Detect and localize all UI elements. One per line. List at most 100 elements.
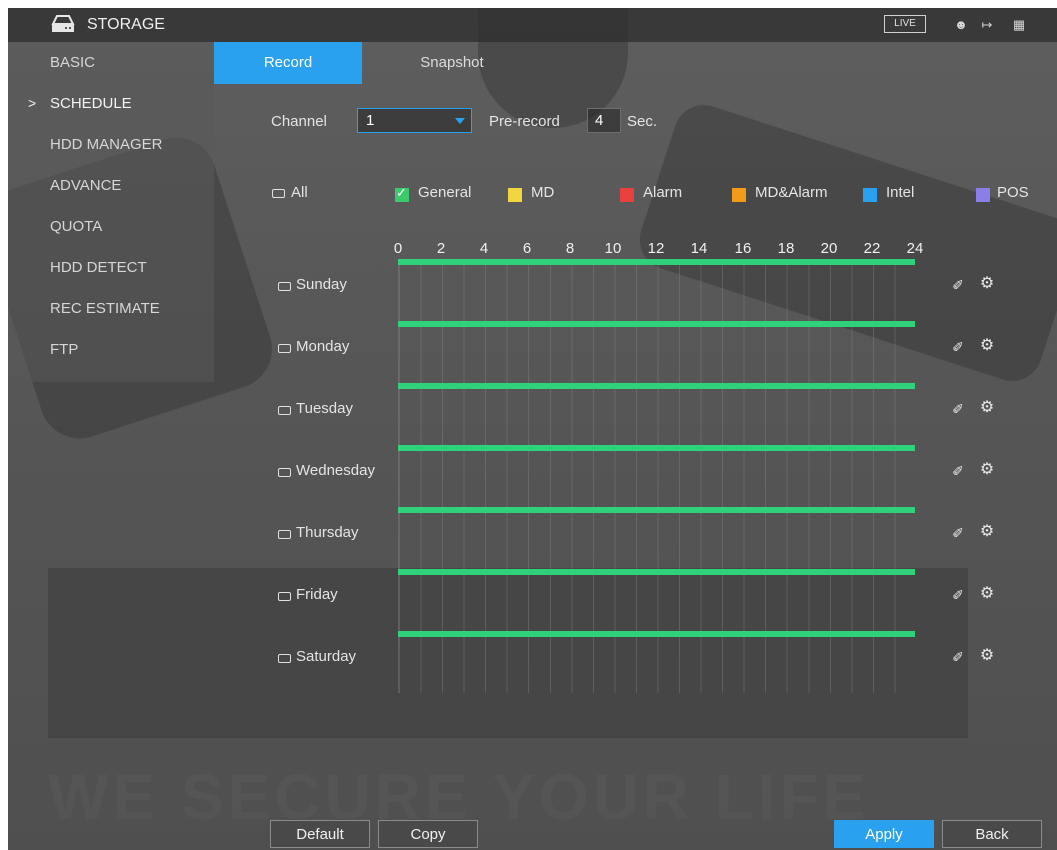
day-checkbox[interactable] <box>278 654 291 663</box>
channel-select[interactable]: 1 <box>357 108 472 133</box>
tab-record[interactable]: Record <box>214 42 362 84</box>
all-label: All <box>291 184 308 201</box>
pencil-icon[interactable]: ✐ <box>949 338 967 356</box>
hour-tick: 24 <box>906 240 924 257</box>
legend-swatch-alarm[interactable] <box>620 188 634 202</box>
sidebar-item-label: QUOTA <box>50 218 103 235</box>
hour-grid <box>398 575 915 631</box>
prerecord-input[interactable]: 4 <box>587 108 621 133</box>
sidebar-item-hdd-manager[interactable]: HDD MANAGER <box>8 124 214 165</box>
gear-icon[interactable]: ⚙ <box>978 585 996 603</box>
hour-tick: 16 <box>734 240 752 257</box>
grid-menu-icon[interactable]: ▦ <box>1010 16 1028 34</box>
day-timeline[interactable] <box>398 321 915 383</box>
sidebar-item-basic[interactable]: BASIC <box>8 42 214 83</box>
sidebar-item-schedule[interactable]: > SCHEDULE <box>8 83 214 124</box>
tab-snapshot[interactable]: Snapshot <box>378 42 526 84</box>
day-checkbox[interactable] <box>278 344 291 353</box>
day-checkbox[interactable] <box>278 592 291 601</box>
gear-icon[interactable]: ⚙ <box>978 337 996 355</box>
apply-button[interactable]: Apply <box>834 820 934 848</box>
hour-tick: 18 <box>777 240 795 257</box>
gear-icon[interactable]: ⚙ <box>978 647 996 665</box>
hour-tick: 0 <box>393 240 403 257</box>
hour-tick: 20 <box>820 240 838 257</box>
day-timeline[interactable] <box>398 259 915 321</box>
logout-icon[interactable]: ↦ <box>978 16 996 34</box>
day-checkbox[interactable] <box>278 406 291 415</box>
legend-swatch-general[interactable] <box>395 185 409 202</box>
sidebar-item-label: BASIC <box>50 54 96 71</box>
back-button[interactable]: Back <box>942 820 1042 848</box>
hour-tick: 8 <box>565 240 575 257</box>
default-button[interactable]: Default <box>270 820 370 848</box>
sidebar-item-ftp[interactable]: FTP <box>8 329 214 370</box>
sidebar-item-label: HDD MANAGER <box>50 136 163 153</box>
legend-swatch-md-alarm[interactable] <box>732 188 746 202</box>
legend-swatch-md[interactable] <box>508 188 522 202</box>
pencil-icon[interactable]: ✐ <box>949 586 967 604</box>
sidebar-item-rec-estimate[interactable]: REC ESTIMATE <box>8 288 214 329</box>
sidebar-item-label: SCHEDULE <box>50 95 132 112</box>
sidebar-item-quota[interactable]: QUOTA <box>8 206 214 247</box>
day-timeline[interactable] <box>398 569 915 631</box>
hour-grid <box>398 637 915 693</box>
day-timeline[interactable] <box>398 383 915 445</box>
gear-icon[interactable]: ⚙ <box>978 461 996 479</box>
legend-label-alarm: Alarm <box>643 184 683 201</box>
sidebar-item-label: ADVANCE <box>50 177 122 194</box>
day-label: Thursday <box>296 524 359 541</box>
user-icon[interactable]: ☻ <box>952 16 970 34</box>
pencil-icon[interactable]: ✐ <box>949 400 967 418</box>
hour-tick: 2 <box>436 240 446 257</box>
gear-icon[interactable]: ⚙ <box>978 523 996 541</box>
live-button[interactable]: LIVE <box>884 15 926 33</box>
storage-window: WE SECURE YOUR LIFE STORAGE LIVE ☻ ↦ ▦ B… <box>8 8 1057 850</box>
sidebar-item-hdd-detect[interactable]: HDD DETECT <box>8 247 214 288</box>
day-label: Monday <box>296 338 350 355</box>
day-timeline[interactable] <box>398 507 915 569</box>
channel-value: 1 <box>366 112 375 129</box>
legend-swatch-intel[interactable] <box>863 188 877 202</box>
hour-tick: 14 <box>690 240 708 257</box>
day-label: Sunday <box>296 276 347 293</box>
channel-label: Channel <box>271 113 327 130</box>
hour-grid <box>398 327 915 383</box>
top-bar: STORAGE LIVE ☻ ↦ ▦ <box>8 8 1057 42</box>
day-label: Tuesday <box>296 400 353 417</box>
hour-tick: 10 <box>604 240 622 257</box>
legend-label-intel: Intel <box>886 184 915 201</box>
hour-grid <box>398 513 915 569</box>
sidebar: BASIC > SCHEDULE HDD MANAGER ADVANCE QUO… <box>8 42 214 382</box>
sidebar-item-advance[interactable]: ADVANCE <box>8 165 214 206</box>
legend-label-md-alarm: MD&Alarm <box>755 184 828 201</box>
legend-swatch-pos[interactable] <box>976 188 990 202</box>
pencil-icon[interactable]: ✐ <box>949 648 967 666</box>
day-checkbox[interactable] <box>278 530 291 539</box>
day-checkbox[interactable] <box>278 282 291 291</box>
hour-grid <box>398 265 915 321</box>
gear-icon[interactable]: ⚙ <box>978 275 996 293</box>
page-title: STORAGE <box>87 16 165 33</box>
hour-tick: 12 <box>647 240 665 257</box>
all-checkbox[interactable] <box>272 189 285 198</box>
pencil-icon[interactable]: ✐ <box>949 524 967 542</box>
day-label: Saturday <box>296 648 357 665</box>
hour-grid <box>398 389 915 445</box>
hour-tick: 4 <box>479 240 489 257</box>
legend-label-general: General <box>418 184 472 201</box>
day-checkbox[interactable] <box>278 468 291 477</box>
gear-icon[interactable]: ⚙ <box>978 399 996 417</box>
hour-grid <box>398 451 915 507</box>
chevron-down-icon <box>455 118 465 124</box>
copy-button[interactable]: Copy <box>378 820 478 848</box>
pencil-icon[interactable]: ✐ <box>949 462 967 480</box>
pencil-icon[interactable]: ✐ <box>949 276 967 294</box>
sidebar-item-label: REC ESTIMATE <box>50 300 160 317</box>
day-timeline[interactable] <box>398 445 915 507</box>
day-label: Wednesday <box>296 462 375 479</box>
legend-label-md: MD <box>531 184 555 201</box>
prerecord-unit: Sec. <box>627 113 658 130</box>
sidebar-item-label: HDD DETECT <box>50 259 147 276</box>
day-timeline[interactable] <box>398 631 915 693</box>
